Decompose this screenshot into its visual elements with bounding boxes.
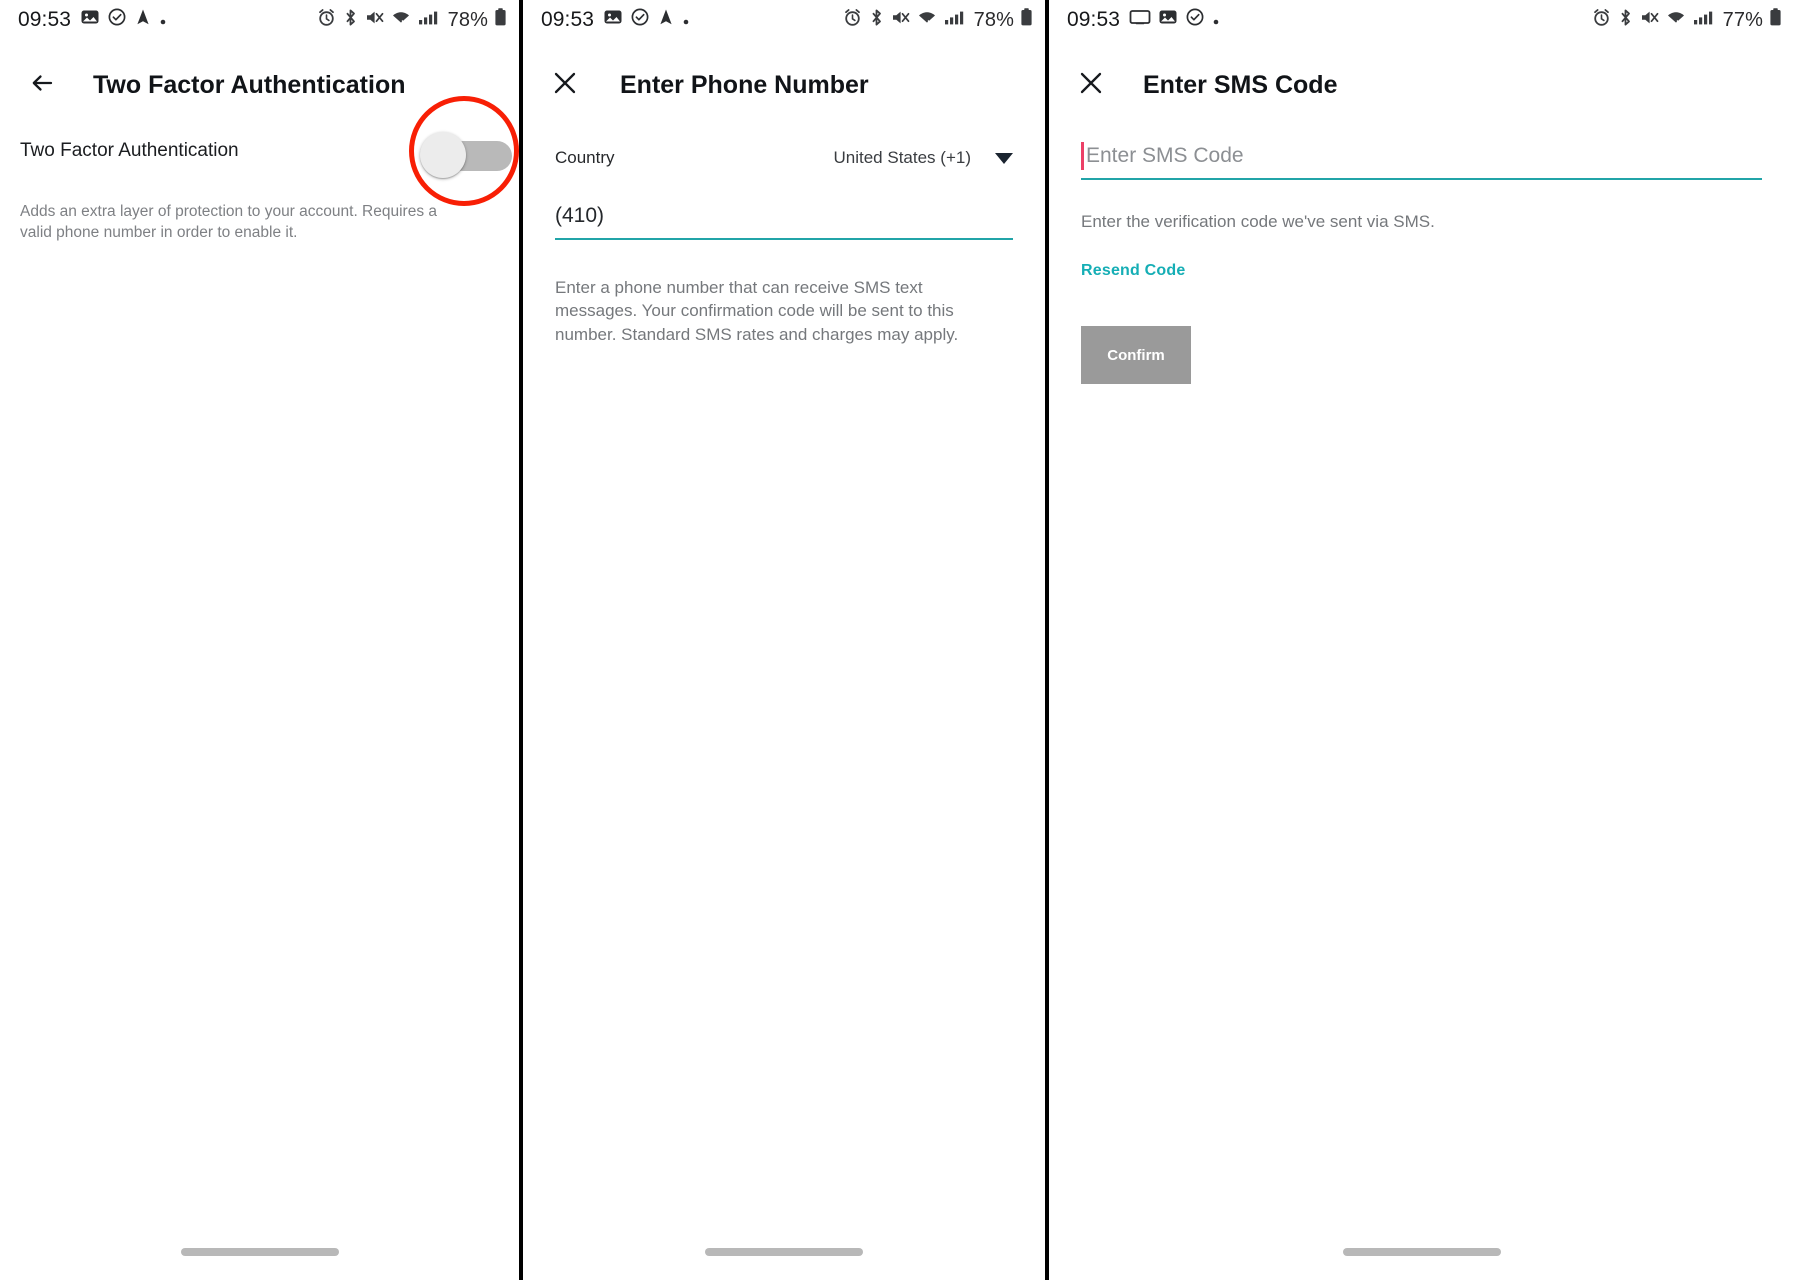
wifi-icon xyxy=(390,8,412,33)
photos-icon xyxy=(80,7,100,33)
battery-icon xyxy=(1020,7,1033,33)
close-icon xyxy=(1077,69,1105,102)
screen-two-factor-authentication: 09:53 78% Two Factor Authentication Two … xyxy=(0,0,519,1280)
signal-icon xyxy=(944,8,966,33)
text-cursor-icon xyxy=(1081,142,1084,170)
app-bar: Enter SMS Code xyxy=(1049,54,1794,116)
signal-icon xyxy=(418,8,440,33)
photos-icon xyxy=(1158,7,1178,33)
dot-icon xyxy=(682,8,690,32)
battery-percent-label: 78% xyxy=(447,8,488,31)
phone-form: Country United States (+1) (410) Enter a… xyxy=(523,140,1045,346)
mute-icon xyxy=(891,8,910,33)
wifi-icon xyxy=(1665,8,1687,33)
check-circle-icon xyxy=(1185,7,1205,33)
signal-icon xyxy=(1693,8,1715,33)
check-circle-icon xyxy=(630,7,650,33)
status-bar: 09:53 xyxy=(0,0,519,40)
check-circle-icon xyxy=(107,7,127,33)
status-bar-right-icons: 77% xyxy=(1592,7,1782,33)
country-selector[interactable]: Country United States (+1) xyxy=(555,140,1013,176)
country-label: Country xyxy=(555,148,615,167)
gesture-bar[interactable] xyxy=(180,1248,339,1256)
two-factor-setting-row: Two Factor Authentication xyxy=(0,116,519,178)
status-bar: 09:53 xyxy=(523,0,1045,40)
confirm-button[interactable]: Confirm xyxy=(1081,326,1191,384)
status-bar: 09:53 xyxy=(1049,0,1794,40)
dot-icon xyxy=(1212,8,1220,32)
phone-number-input[interactable]: (410) xyxy=(555,204,1013,238)
phone-help-text: Enter a phone number that can receive SM… xyxy=(555,278,959,344)
two-factor-toggle[interactable] xyxy=(420,132,512,178)
back-arrow-icon xyxy=(27,68,57,103)
page-title: Enter Phone Number xyxy=(620,70,869,99)
toggle-knob xyxy=(420,132,466,178)
status-bar-clock: 09:53 xyxy=(18,8,72,31)
status-bar-clock: 09:53 xyxy=(541,8,595,31)
screen-enter-sms-code: 09:53 77% Enter SMS Code Enter SMS Code … xyxy=(1045,0,1794,1280)
status-bar-clock: 09:53 xyxy=(1067,8,1121,31)
app-bar: Two Factor Authentication xyxy=(0,54,519,116)
app-bar: Enter Phone Number xyxy=(523,54,1045,116)
screen-enter-phone-number: 09:53 78% Enter Phone Number Country Uni… xyxy=(519,0,1045,1280)
setting-description: Adds an extra layer of protection to you… xyxy=(20,203,438,241)
alarm-icon xyxy=(843,8,862,33)
back-button[interactable] xyxy=(22,65,62,105)
wifi-icon xyxy=(916,8,938,33)
gesture-bar[interactable] xyxy=(705,1248,863,1256)
close-button[interactable] xyxy=(1071,65,1111,105)
page-title: Enter SMS Code xyxy=(1143,70,1338,99)
bluetooth-icon xyxy=(1617,8,1634,33)
resend-code-link[interactable]: Resend Code xyxy=(1081,262,1185,280)
battery-icon xyxy=(494,7,507,33)
status-bar-right-icons: 78% xyxy=(317,7,507,33)
close-button[interactable] xyxy=(545,65,585,105)
navigation-icon xyxy=(657,7,675,33)
gesture-bar[interactable] xyxy=(1342,1248,1501,1256)
mute-icon xyxy=(1640,8,1659,33)
sms-code-placeholder: Enter SMS Code xyxy=(1086,144,1244,167)
battery-icon xyxy=(1769,7,1782,33)
navigation-icon xyxy=(134,7,152,33)
field-underline xyxy=(555,238,1013,240)
alarm-icon xyxy=(317,8,336,33)
battery-percent-label: 77% xyxy=(1722,8,1763,31)
dot-icon xyxy=(159,8,167,32)
alarm-icon xyxy=(1592,8,1611,33)
page-title: Two Factor Authentication xyxy=(93,70,406,99)
status-bar-left-icons xyxy=(603,7,690,33)
tablet-icon xyxy=(1129,7,1151,33)
country-value: United States (+1) xyxy=(833,148,972,167)
sms-code-field[interactable]: Enter SMS Code xyxy=(1081,142,1762,180)
sms-help-text: Enter the verification code we've sent v… xyxy=(1081,212,1435,231)
bluetooth-icon xyxy=(342,8,359,33)
chevron-down-icon xyxy=(995,152,1013,164)
battery-percent-label: 78% xyxy=(973,8,1014,31)
setting-label: Two Factor Authentication xyxy=(20,140,239,161)
status-bar-right-icons: 78% xyxy=(843,7,1033,33)
bluetooth-icon xyxy=(868,8,885,33)
sms-form: Enter SMS Code Enter the verification co… xyxy=(1049,142,1794,384)
photos-icon xyxy=(603,7,623,33)
mute-icon xyxy=(365,8,384,33)
field-underline xyxy=(1081,178,1762,180)
screenshot-strip: 09:53 78% Two Factor Authentication Two … xyxy=(0,0,1798,1280)
sms-code-input[interactable]: Enter SMS Code xyxy=(1081,142,1762,178)
status-bar-left-icons xyxy=(80,7,167,33)
phone-number-field[interactable]: (410) xyxy=(555,204,1013,240)
status-bar-left-icons xyxy=(1129,7,1220,33)
close-icon xyxy=(551,69,579,102)
